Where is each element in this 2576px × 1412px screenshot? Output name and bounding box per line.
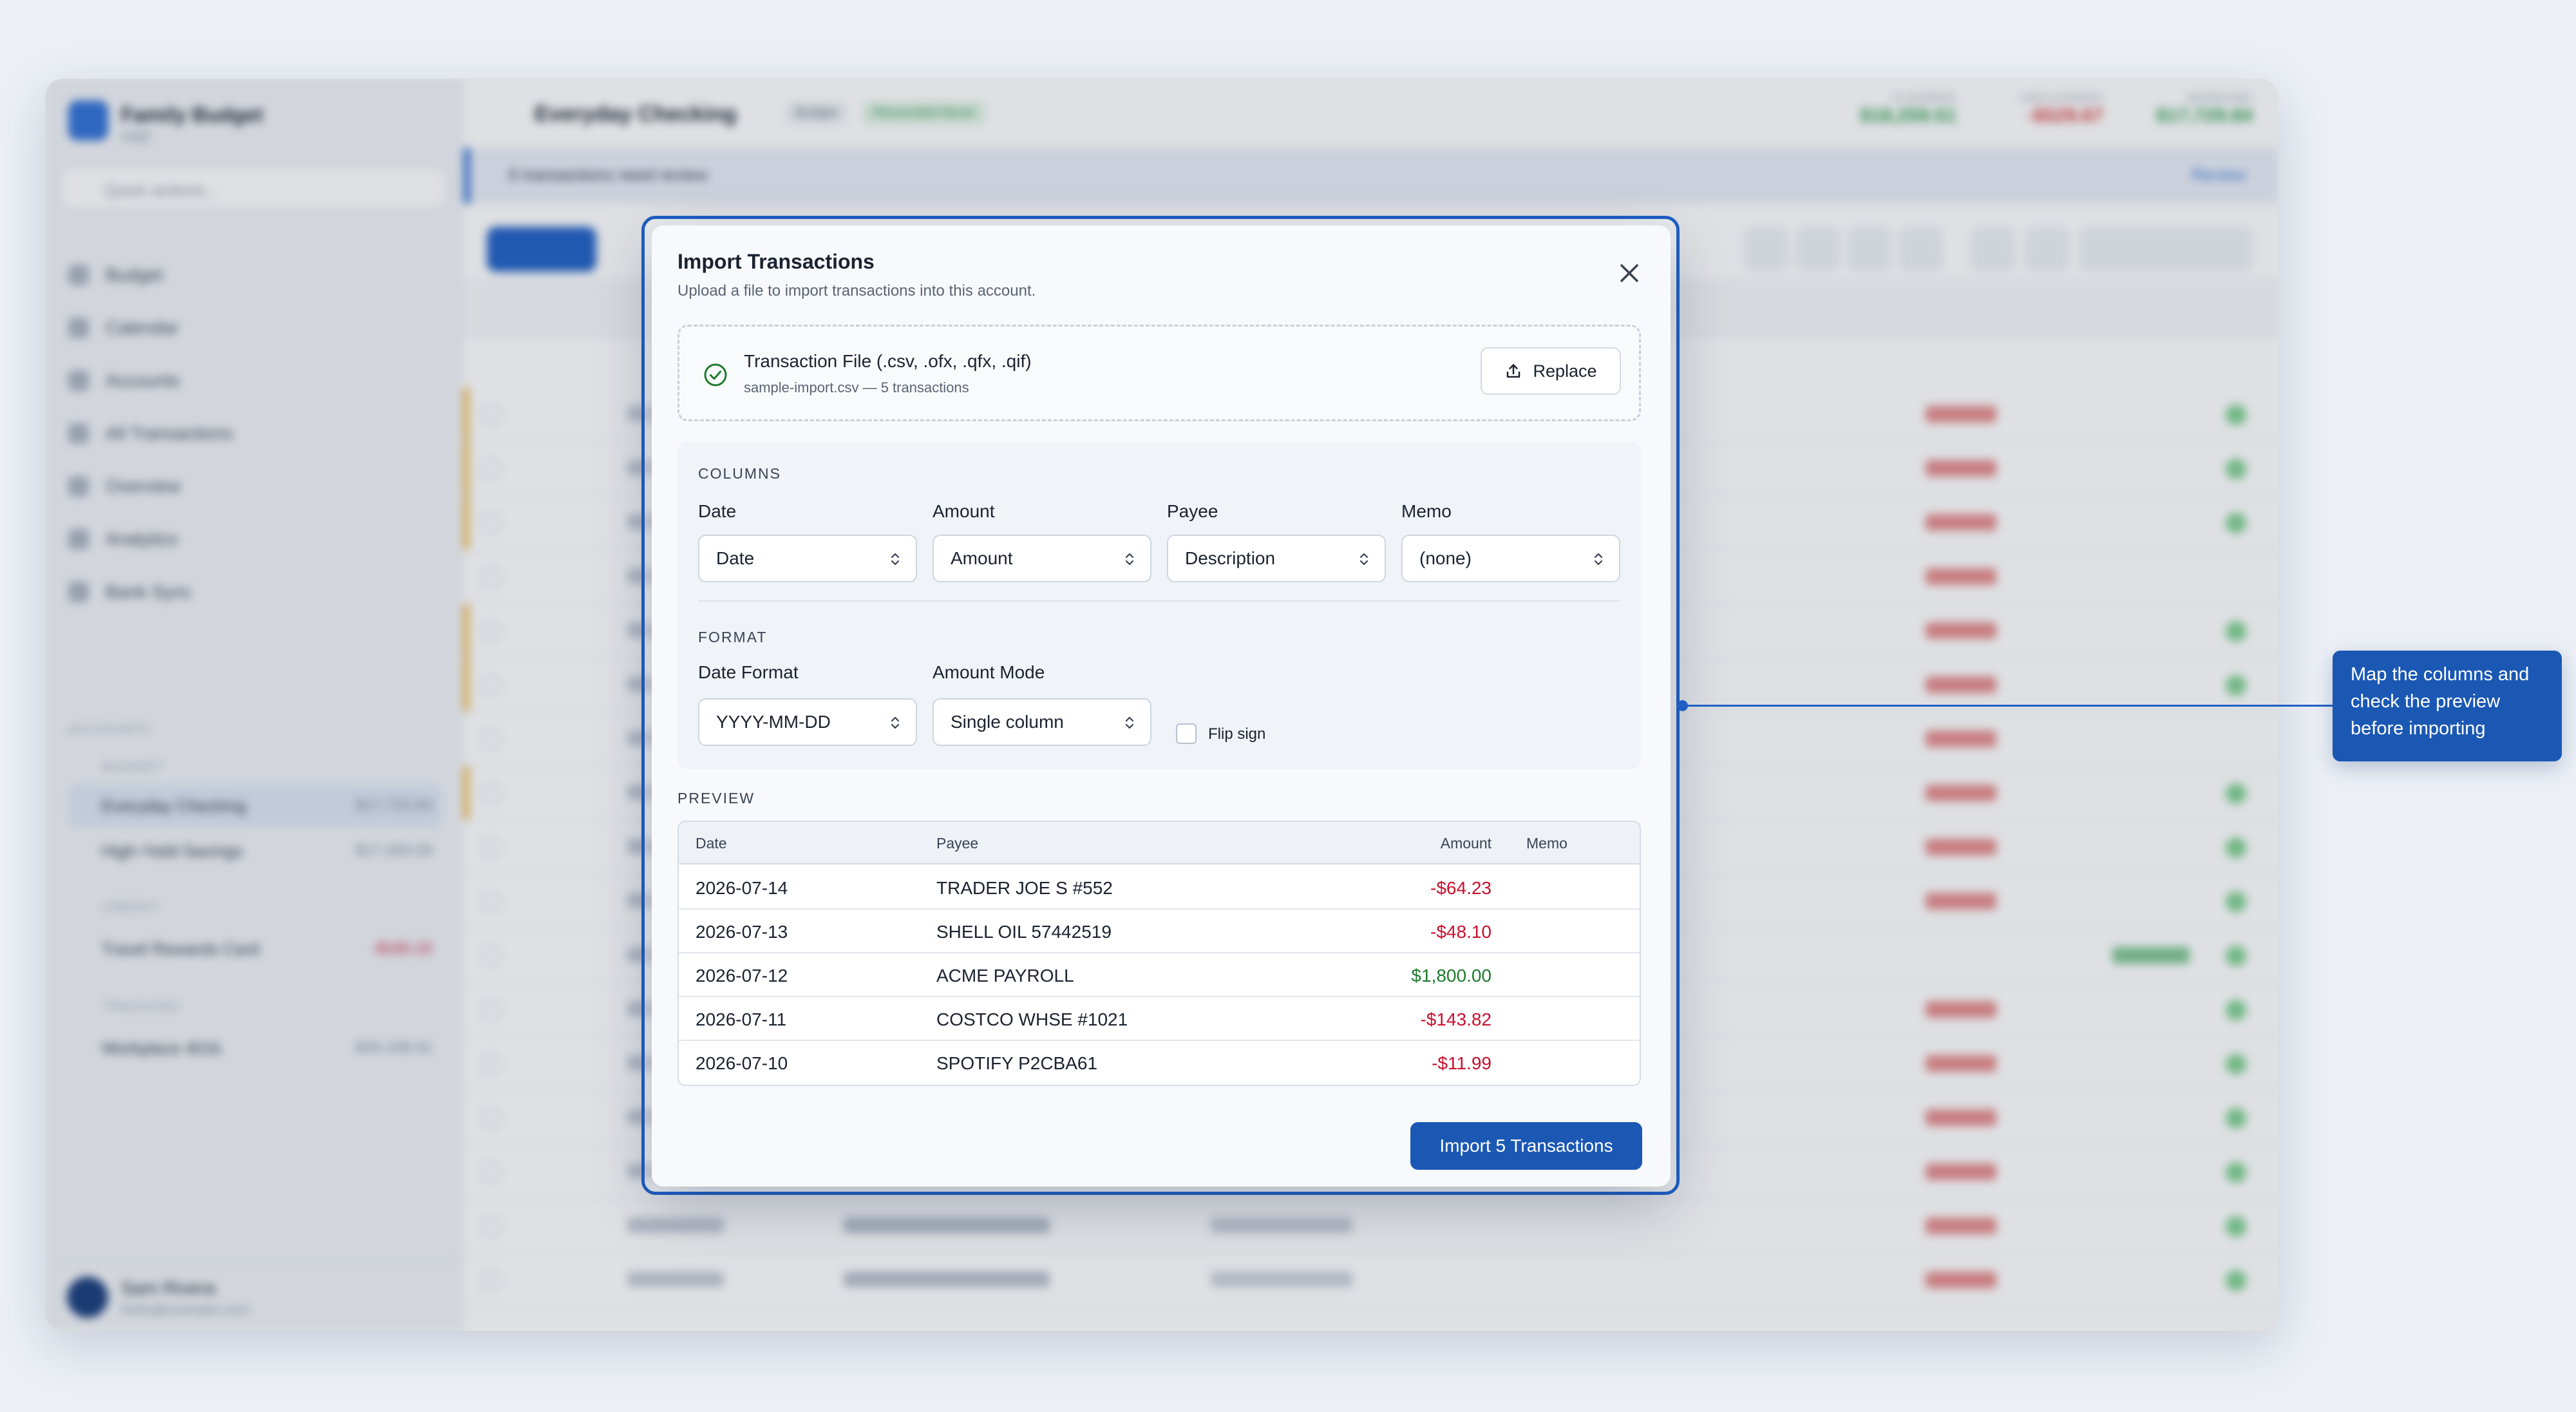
preview-table: Date Payee Amount Memo 2026-07-14 TRADER… bbox=[677, 821, 1641, 1086]
chevron-updown-icon bbox=[891, 553, 900, 566]
flip-sign-label[interactable]: Flip sign bbox=[1208, 725, 1265, 743]
preview-payee: SHELL OIL 57442519 bbox=[936, 922, 1112, 942]
date-column-select[interactable]: Date bbox=[698, 535, 917, 582]
amount-column-label: Amount bbox=[933, 501, 995, 521]
preview-amount: -$64.23 bbox=[1430, 878, 1492, 898]
column-header-memo: Memo bbox=[1526, 835, 1567, 852]
amount-mode-select[interactable]: Single column bbox=[933, 698, 1151, 746]
section-divider bbox=[698, 600, 1620, 602]
preview-date: 2026-07-13 bbox=[696, 922, 788, 942]
replace-button[interactable]: Replace bbox=[1481, 347, 1621, 395]
select-value: Amount bbox=[951, 548, 1013, 568]
table-row: 2026-07-12 ACME PAYROLL $1,800.00 bbox=[679, 953, 1640, 997]
preview-payee: ACME PAYROLL bbox=[936, 966, 1074, 986]
preview-date: 2026-07-14 bbox=[696, 878, 788, 898]
check-circle-icon bbox=[704, 363, 727, 386]
preview-table-header: Date Payee Amount Memo bbox=[679, 822, 1640, 864]
payee-column-select[interactable]: Description bbox=[1167, 535, 1386, 582]
chevron-updown-icon bbox=[891, 716, 900, 729]
chevron-updown-icon bbox=[1125, 716, 1134, 729]
import-transactions-button[interactable]: Import 5 Transactions bbox=[1410, 1122, 1642, 1170]
format-section-label: FORMAT bbox=[698, 629, 768, 645]
dialog-subtitle: Upload a file to import transactions int… bbox=[677, 282, 1036, 300]
select-value: Single column bbox=[951, 712, 1064, 732]
amount-mode-label: Amount Mode bbox=[933, 662, 1045, 682]
preview-date: 2026-07-12 bbox=[696, 966, 788, 986]
close-icon bbox=[1620, 264, 1638, 282]
chevron-updown-icon bbox=[1359, 553, 1368, 566]
select-value: (none) bbox=[1419, 548, 1472, 568]
preview-section-label: PREVIEW bbox=[677, 790, 755, 806]
preview-amount: -$143.82 bbox=[1420, 1009, 1492, 1029]
upload-icon bbox=[1507, 364, 1520, 378]
callout-connector bbox=[1682, 705, 2333, 707]
chevron-updown-icon bbox=[1125, 553, 1134, 566]
select-value: YYYY-MM-DD bbox=[716, 712, 831, 732]
file-dropzone[interactable]: Transaction File (.csv, .ofx, .qfx, .qif… bbox=[677, 325, 1641, 421]
replace-label: Replace bbox=[1533, 361, 1597, 381]
date-format-select[interactable]: YYYY-MM-DD bbox=[698, 698, 917, 746]
select-value: Date bbox=[716, 548, 755, 568]
table-row: 2026-07-13 SHELL OIL 57442519 -$48.10 bbox=[679, 910, 1640, 953]
select-value: Description bbox=[1185, 548, 1276, 568]
chevron-updown-icon bbox=[1594, 553, 1603, 566]
amount-column-select[interactable]: Amount bbox=[933, 535, 1151, 582]
close-button[interactable] bbox=[1611, 255, 1647, 291]
preview-payee: TRADER JOE S #552 bbox=[936, 878, 1113, 898]
column-header-amount: Amount bbox=[1440, 835, 1492, 852]
preview-date: 2026-07-10 bbox=[696, 1053, 788, 1073]
file-title: Transaction File (.csv, .ofx, .qfx, .qif… bbox=[744, 351, 1032, 371]
preview-amount: -$48.10 bbox=[1430, 922, 1492, 942]
file-meta: sample-import.csv — 5 transactions bbox=[744, 379, 969, 396]
date-column-label: Date bbox=[698, 501, 737, 521]
preview-payee: COSTCO WHSE #1021 bbox=[936, 1009, 1128, 1029]
table-row: 2026-07-11 COSTCO WHSE #1021 -$143.82 bbox=[679, 997, 1640, 1041]
payee-column-label: Payee bbox=[1167, 501, 1218, 521]
dialog-title: Import Transactions bbox=[677, 250, 875, 273]
import-transactions-dialog: Import Transactions Upload a file to imp… bbox=[652, 225, 1671, 1187]
callout-tooltip: Map the columns and check the preview be… bbox=[2333, 651, 2562, 761]
memo-column-select[interactable]: (none) bbox=[1401, 535, 1620, 582]
table-row: 2026-07-14 TRADER JOE S #552 -$64.23 bbox=[679, 866, 1640, 910]
table-row: 2026-07-10 SPOTIFY P2CBA61 -$11.99 bbox=[679, 1041, 1640, 1085]
columns-section-label: COLUMNS bbox=[698, 465, 782, 482]
preview-amount: -$11.99 bbox=[1432, 1053, 1492, 1073]
preview-payee: SPOTIFY P2CBA61 bbox=[936, 1053, 1098, 1073]
preview-date: 2026-07-11 bbox=[696, 1009, 787, 1029]
mapping-panel: COLUMNS Date Amount Payee Memo Date Amou… bbox=[677, 442, 1641, 769]
flip-sign-checkbox[interactable] bbox=[1176, 723, 1197, 744]
column-header-payee: Payee bbox=[936, 835, 979, 852]
preview-amount: $1,800.00 bbox=[1411, 966, 1492, 986]
column-header-date: Date bbox=[696, 835, 727, 852]
memo-column-label: Memo bbox=[1401, 501, 1452, 521]
date-format-label: Date Format bbox=[698, 662, 799, 682]
